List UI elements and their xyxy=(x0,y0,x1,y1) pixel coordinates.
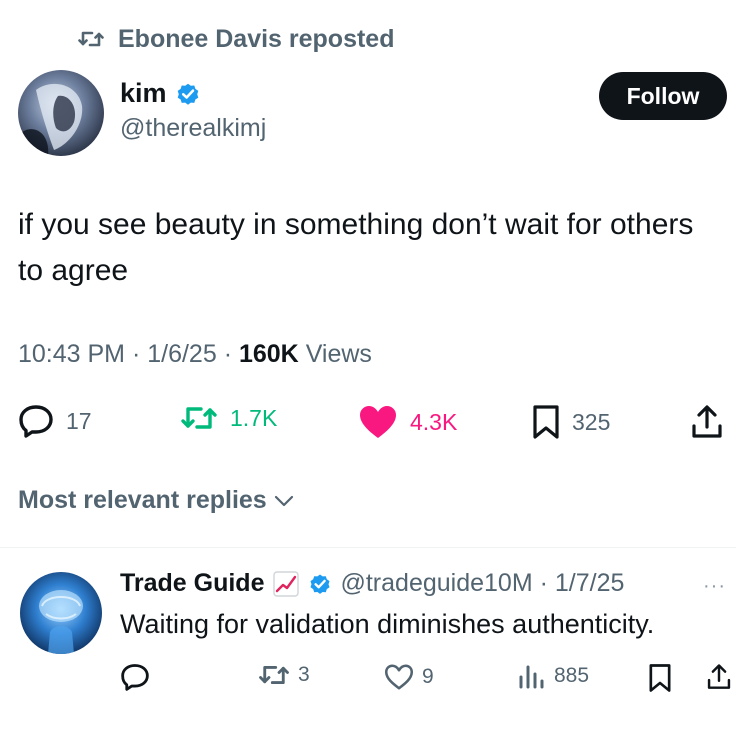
reply-repost-button[interactable]: 3 xyxy=(258,663,310,687)
share-icon xyxy=(706,663,736,691)
chart-increasing-icon xyxy=(272,570,300,598)
heart-icon xyxy=(358,404,410,440)
author-handle[interactable]: @therealkimj xyxy=(120,114,266,143)
chevron-down-icon xyxy=(267,493,295,509)
author-avatar[interactable] xyxy=(18,70,104,156)
reply-icon xyxy=(18,404,66,438)
verified-badge-icon xyxy=(167,81,201,107)
views-label: Views xyxy=(305,340,372,368)
reply-share-button[interactable] xyxy=(706,663,736,691)
repost-button[interactable]: 1.7K xyxy=(180,404,277,432)
bookmark-icon xyxy=(532,404,572,440)
reply-icon xyxy=(120,663,158,691)
meta-separator: · xyxy=(125,340,148,368)
reply-views-count: 885 xyxy=(554,664,590,687)
views-chart-icon xyxy=(516,663,554,689)
repost-icon xyxy=(78,29,118,49)
post-meta: 10:43 PM · 1/6/25 · 160K Views xyxy=(18,340,372,369)
share-button[interactable] xyxy=(690,404,736,440)
reply-count: 17 xyxy=(66,407,92,434)
reply-header: Trade Guide @tradeguide10M · 1/7/25 xyxy=(120,569,624,598)
verified-badge-icon xyxy=(308,572,332,596)
author-name: kim xyxy=(120,78,167,108)
meta-separator: · xyxy=(532,569,555,597)
reply-reply-button[interactable] xyxy=(120,663,158,691)
reply-date[interactable]: 1/7/25 xyxy=(555,569,625,598)
bookmark-count: 325 xyxy=(572,408,611,435)
reply-author-handle[interactable]: @tradeguide10M xyxy=(340,569,532,598)
replies-sort-label: Most relevant replies xyxy=(18,486,267,514)
heart-outline-icon xyxy=(384,663,422,691)
meta-separator: · xyxy=(216,340,239,368)
views-count: 160K xyxy=(238,340,299,368)
like-count: 4.3K xyxy=(410,408,458,435)
repost-icon xyxy=(258,663,298,687)
reply-text: Waiting for validation diminishes authen… xyxy=(120,609,655,639)
reply-views-button[interactable]: 885 xyxy=(516,663,589,689)
divider xyxy=(0,547,736,548)
reply-bookmark-button[interactable] xyxy=(648,663,680,693)
post-date[interactable]: 1/6/25 xyxy=(147,340,217,369)
bookmark-icon xyxy=(648,663,680,693)
author-name-row[interactable]: kim xyxy=(120,78,201,109)
more-options-icon[interactable]: ··· xyxy=(703,575,726,598)
reply-like-button[interactable]: 9 xyxy=(384,663,434,691)
replies-sort-selector[interactable]: Most relevant replies xyxy=(18,486,295,515)
post-text: if you see beauty in something don’t wai… xyxy=(18,208,694,287)
reply-button[interactable]: 17 xyxy=(18,404,92,438)
like-button[interactable]: 4.3K xyxy=(358,404,457,440)
post-time[interactable]: 10:43 PM xyxy=(18,340,125,369)
reply-like-count: 9 xyxy=(422,665,434,688)
reply-repost-count: 3 xyxy=(298,663,310,686)
reply-avatar[interactable] xyxy=(20,572,102,654)
follow-button[interactable]: Follow xyxy=(599,72,727,120)
repost-count: 1.7K xyxy=(230,404,278,431)
reply-author-name[interactable]: Trade Guide xyxy=(120,569,264,598)
repost-label: Ebonee Davis reposted xyxy=(118,24,395,53)
repost-icon xyxy=(180,404,230,432)
repost-header[interactable]: Ebonee Davis reposted xyxy=(78,24,394,54)
share-icon xyxy=(690,404,736,440)
bookmark-button[interactable]: 325 xyxy=(532,404,610,440)
